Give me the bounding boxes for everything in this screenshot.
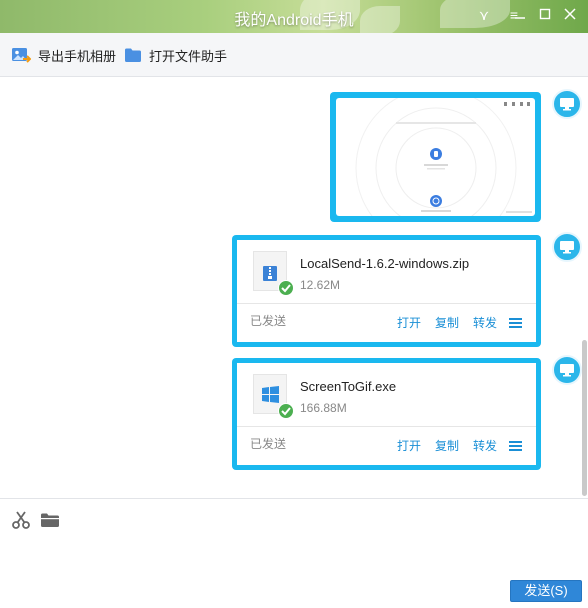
file-message-card[interactable]: LocalSend-1.6.2-windows.zip 12.62M 已发送 打… — [232, 235, 541, 347]
file-actions: 打开 复制 转发 — [383, 437, 522, 454]
open-file-assistant-label: 打开文件助手 — [149, 48, 228, 64]
forward-link[interactable]: 转发 — [473, 437, 497, 454]
monitor-icon — [560, 98, 574, 111]
sent-check-icon — [278, 280, 294, 296]
file-size: 12.62M — [300, 278, 341, 292]
divider — [237, 303, 536, 304]
message-input-area[interactable]: 发送(S) — [0, 498, 588, 608]
open-file-assistant-button[interactable]: 打开文件助手 — [124, 45, 227, 65]
sender-avatar — [552, 232, 582, 262]
copy-link[interactable]: 复制 — [435, 314, 459, 331]
sender-avatar — [552, 89, 582, 119]
file-name: LocalSend-1.6.2-windows.zip — [300, 256, 470, 271]
more-menu-icon[interactable] — [509, 317, 522, 328]
scissors-icon[interactable] — [11, 511, 31, 534]
monitor-icon — [560, 364, 574, 377]
file-card-body: LocalSend-1.6.2-windows.zip 12.62M 已发送 打… — [237, 240, 536, 342]
photo-export-icon — [12, 48, 31, 63]
open-link[interactable]: 打开 — [397, 437, 421, 454]
window-title: 我的Android手机 — [234, 12, 354, 29]
app-window: 我的Android手机 ⋎ ≡ 导出手机相册 打开文件助手 LocalSend-… — [0, 0, 588, 608]
maximize-icon[interactable] — [536, 6, 554, 24]
monitor-icon — [560, 241, 574, 254]
minimize-icon[interactable] — [511, 6, 529, 24]
send-button[interactable]: 发送(S) — [510, 580, 582, 602]
folder-icon — [125, 48, 141, 62]
toolbar: 导出手机相册 打开文件助手 — [0, 33, 588, 77]
export-album-button[interactable]: 导出手机相册 — [11, 45, 116, 65]
open-link[interactable]: 打开 — [397, 314, 421, 331]
file-message-card[interactable]: ScreenToGif.exe 166.88M 已发送 打开 复制 转发 — [232, 358, 541, 470]
collapse-icon[interactable]: ⋎ — [475, 6, 493, 24]
forward-link[interactable]: 转发 — [473, 314, 497, 331]
screenshot-thumbnail[interactable] — [336, 98, 535, 216]
chat-scrollbar[interactable] — [582, 340, 587, 496]
chat-area[interactable]: LocalSend-1.6.2-windows.zip 12.62M 已发送 打… — [0, 78, 588, 498]
more-menu-icon[interactable] — [509, 440, 522, 451]
file-card-body: ScreenToGif.exe 166.88M 已发送 打开 复制 转发 — [237, 363, 536, 465]
screenshot-preview-graphic — [355, 98, 532, 216]
sent-status: 已发送 — [250, 314, 287, 328]
file-name: ScreenToGif.exe — [300, 379, 397, 394]
divider — [237, 426, 536, 427]
sent-check-icon — [278, 403, 294, 419]
sent-status: 已发送 — [250, 437, 287, 451]
sender-avatar — [552, 355, 582, 385]
zip-icon — [253, 251, 294, 296]
title-bar: 我的Android手机 ⋎ ≡ — [0, 0, 588, 33]
copy-link[interactable]: 复制 — [435, 437, 459, 454]
windows-icon — [253, 374, 294, 419]
file-size: 166.88M — [300, 401, 347, 415]
image-message-bubble[interactable] — [330, 92, 541, 222]
folder-icon[interactable] — [40, 511, 60, 534]
close-icon[interactable] — [561, 6, 579, 24]
file-actions: 打开 复制 转发 — [383, 314, 522, 331]
export-album-label: 导出手机相册 — [38, 48, 117, 64]
